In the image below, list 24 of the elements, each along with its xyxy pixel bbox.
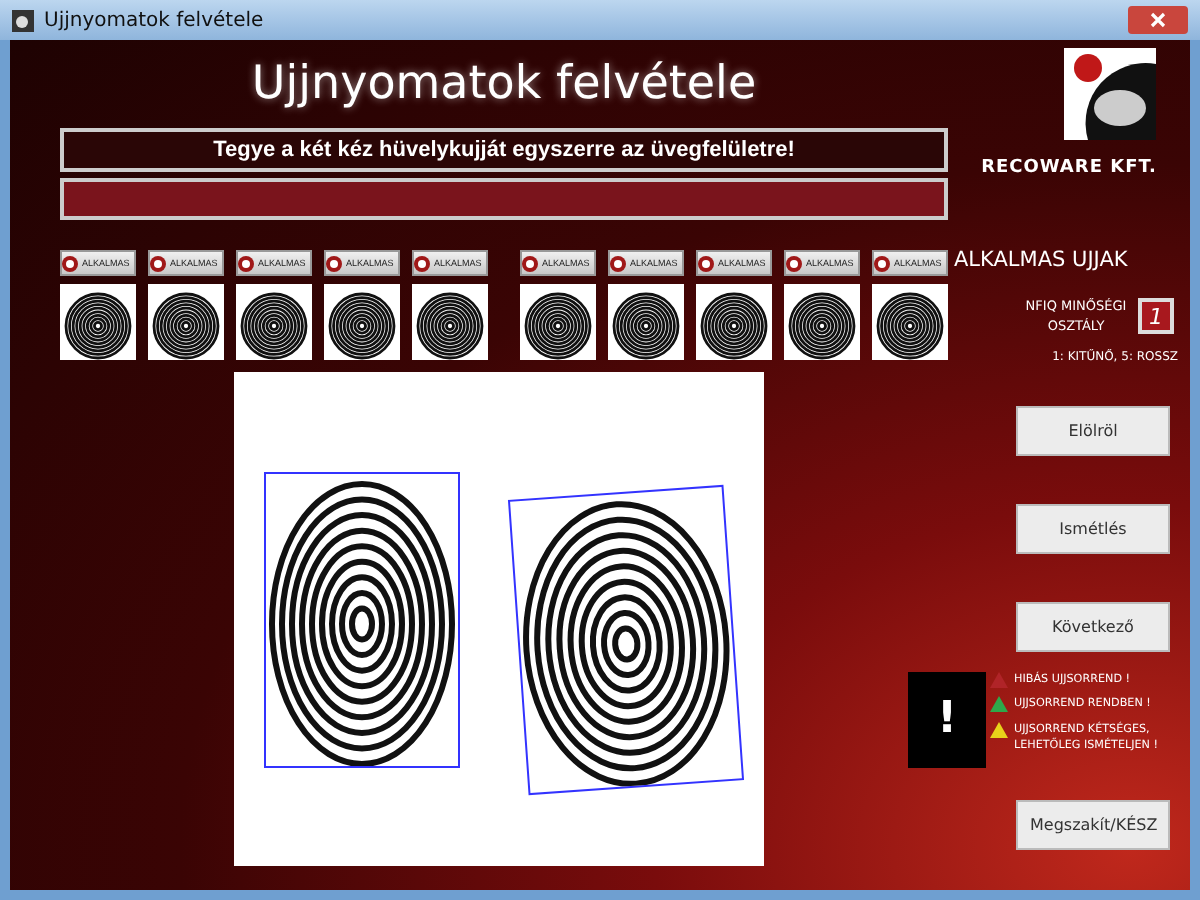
instruction-text: Tegye a két kéz hüvelykujját egyszerre az üvegfelületre! bbox=[60, 128, 948, 172]
action-button[interactable]: Következő bbox=[1016, 601, 1170, 652]
ring-icon bbox=[414, 255, 430, 271]
page-title: Ujjnyomatok felvétele bbox=[249, 56, 759, 114]
action-button[interactable]: Elölröl bbox=[1016, 405, 1170, 456]
ring-icon bbox=[610, 255, 626, 271]
logo-icon bbox=[1063, 48, 1155, 140]
ring-icon bbox=[786, 255, 802, 271]
ring-icon bbox=[326, 255, 342, 271]
company-name: RECOWARE KFT. bbox=[981, 158, 1157, 178]
app-icon bbox=[12, 9, 34, 31]
finish-button[interactable]: Megszakít/KÉSZ bbox=[1016, 799, 1170, 850]
ring-icon bbox=[522, 255, 538, 271]
action-button[interactable]: Ismétlés bbox=[1016, 503, 1170, 554]
alert-indicator: ! bbox=[908, 671, 986, 768]
section-heading: ALKALMAS UJJAK bbox=[954, 248, 1128, 272]
quality-value: 1 bbox=[1138, 298, 1174, 335]
ring-icon bbox=[62, 255, 78, 271]
ring-icon bbox=[238, 255, 254, 271]
ring-icon bbox=[150, 255, 166, 271]
ring-icon bbox=[698, 255, 714, 271]
ring-icon bbox=[874, 255, 890, 271]
close-icon[interactable] bbox=[1128, 6, 1188, 34]
window-title: Ujjnyomatok felvétele bbox=[44, 9, 266, 31]
